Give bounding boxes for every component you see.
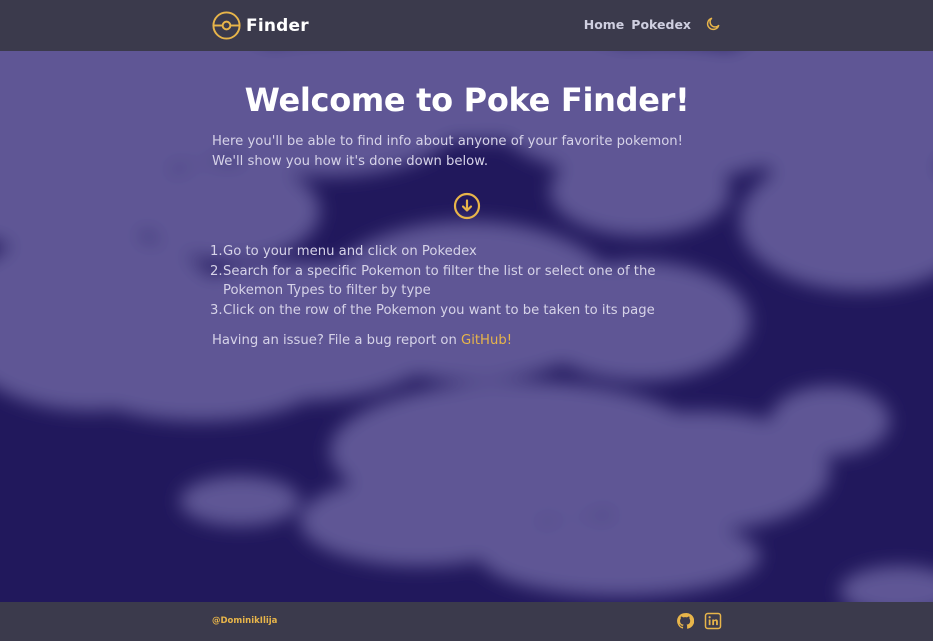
- github-icon: [677, 613, 694, 629]
- instructions-list: 1. Go to your menu and click on Pokedex …: [210, 242, 732, 321]
- social-links: [666, 612, 722, 630]
- linkedin-button[interactable]: [704, 612, 722, 630]
- page-title: Welcome to Poke Finder!: [244, 81, 690, 119]
- step-text: Go to your menu and click on Pokedex: [223, 244, 477, 259]
- pokeball-icon: [211, 10, 242, 41]
- intro-line: We'll show you how it's done down below.: [212, 153, 489, 169]
- github-button[interactable]: [676, 612, 694, 630]
- linkedin-icon: [704, 612, 722, 630]
- theme-toggle-button[interactable]: [704, 15, 722, 33]
- bug-report-text: Having an issue? File a bug report on Gi…: [212, 333, 512, 348]
- scroll-down-button[interactable]: [453, 192, 481, 220]
- author-handle-link[interactable]: @DominikIlija: [212, 616, 277, 626]
- list-item: 3. Click on the row of the Pokemon you w…: [210, 301, 732, 321]
- top-navbar: Finder Home Pokedex: [0, 0, 933, 51]
- list-item: 1. Go to your menu and click on Pokedex: [210, 242, 732, 262]
- hero-section: Welcome to Poke Finder! Here you'll be a…: [0, 51, 933, 602]
- bug-report-label: Having an issue? File a bug report on: [212, 333, 461, 348]
- brand-logo-link[interactable]: Finder: [211, 10, 309, 41]
- step-text: Click on the row of the Pokemon you want…: [223, 302, 655, 318]
- footer: @DominikIlija: [0, 602, 933, 641]
- step-text-continued: Pokemon Types to filter by type: [223, 283, 431, 298]
- step-number: 3.: [210, 302, 223, 318]
- nav-link-pokedex[interactable]: Pokedex: [631, 17, 691, 32]
- intro-text: Here you'll be able to find info about a…: [212, 132, 732, 171]
- brand-name: Finder: [246, 15, 309, 36]
- nav-link-home[interactable]: Home: [584, 17, 625, 32]
- step-number: 2.: [210, 263, 223, 279]
- main-nav: Home Pokedex: [584, 15, 722, 33]
- github-link[interactable]: GitHub!: [461, 333, 512, 348]
- list-item: 2. Search for a specific Pokemon to filt…: [210, 262, 732, 301]
- arrow-down-circle-icon: [453, 192, 481, 220]
- intro-line: Here you'll be able to find info about a…: [212, 134, 683, 149]
- step-number: 1.: [210, 244, 223, 259]
- step-text: Search for a specific Pokemon to filter …: [223, 263, 656, 279]
- moon-icon: [706, 17, 720, 31]
